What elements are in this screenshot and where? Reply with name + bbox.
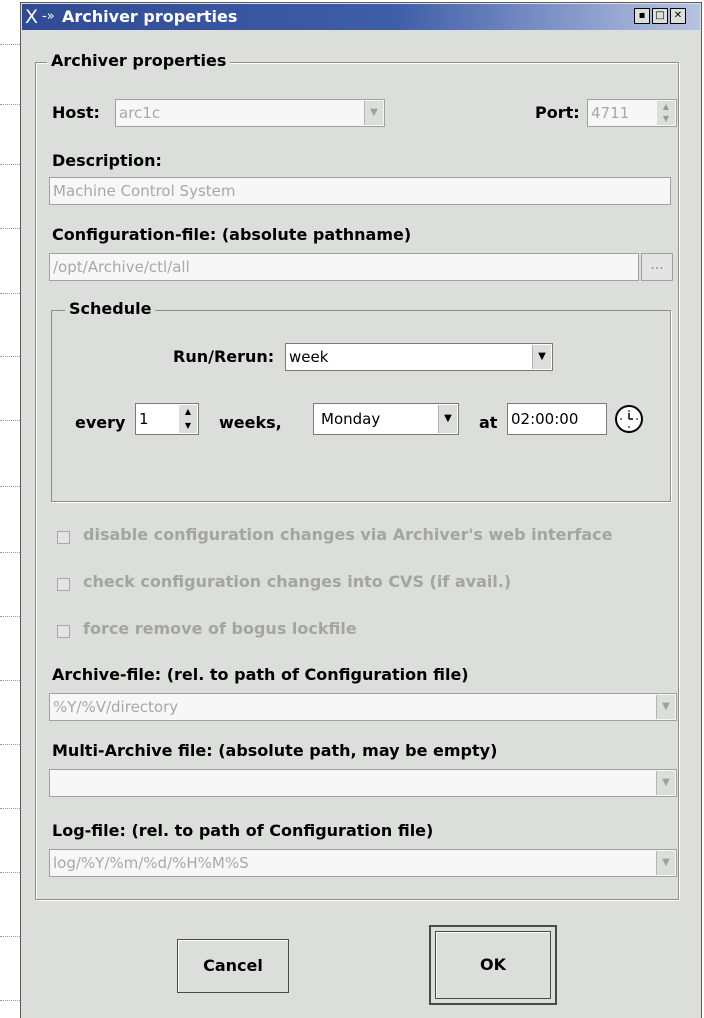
- every-label: every: [75, 413, 126, 432]
- force-remove-lockfile-label: force remove of bogus lockfile: [83, 619, 357, 638]
- background-line: [0, 356, 22, 357]
- check-cvs-label: check configuration changes into CVS (if…: [83, 572, 512, 591]
- log-file-value: log/%Y/%m/%d/%H%M%S: [53, 854, 249, 872]
- group-title: Archiver properties: [47, 51, 231, 71]
- day-select[interactable]: Monday ▼: [313, 403, 459, 435]
- browse-button[interactable]: ...: [641, 253, 673, 281]
- every-value: 1: [139, 410, 149, 428]
- archiver-properties-dialog: X -» Archiver properties ▪ □ ✕ Archiver …: [20, 2, 702, 1018]
- run-rerun-label: Run/Rerun:: [173, 347, 275, 366]
- spin-arrows-icon[interactable]: ▲ ▼: [179, 405, 197, 433]
- description-value: Machine Control System: [53, 182, 236, 200]
- ok-button[interactable]: OK: [435, 931, 551, 999]
- background-line: [0, 104, 22, 105]
- background-line: [0, 872, 22, 873]
- background-line: [0, 808, 22, 809]
- background-line: [0, 164, 22, 165]
- background-line: [0, 744, 22, 745]
- run-rerun-select[interactable]: week ▼: [285, 343, 553, 371]
- background-line: [0, 616, 22, 617]
- archive-file-combo[interactable]: %Y/%V/directory ▼: [49, 693, 677, 721]
- config-file-field[interactable]: /opt/Archive/ctl/all: [49, 253, 639, 281]
- chevron-down-icon[interactable]: ▼: [438, 405, 457, 433]
- background-line: [0, 936, 22, 937]
- cancel-button[interactable]: Cancel: [177, 939, 289, 993]
- background-line: [0, 680, 22, 681]
- check-cvs-checkbox[interactable]: [57, 578, 70, 591]
- multi-archive-combo[interactable]: ▼: [49, 769, 677, 797]
- chevron-down-icon[interactable]: ▼: [656, 851, 675, 875]
- archive-file-label: Archive-file: (rel. to path of Configura…: [52, 665, 469, 684]
- clock-icon[interactable]: [615, 405, 643, 433]
- config-file-value: /opt/Archive/ctl/all: [53, 258, 190, 276]
- at-label: at: [479, 413, 498, 432]
- weeks-label: weeks,: [219, 413, 282, 432]
- background-line: [0, 552, 22, 553]
- every-spinbox[interactable]: 1 ▲ ▼: [135, 403, 199, 435]
- description-label: Description:: [52, 151, 162, 170]
- port-spinbox[interactable]: 4711 ▲ ▼: [587, 99, 677, 127]
- close-icon[interactable]: ✕: [670, 8, 686, 24]
- host-select[interactable]: arc1c ▼: [115, 99, 385, 127]
- maximize-icon[interactable]: □: [652, 8, 668, 24]
- window-title: Archiver properties: [62, 7, 238, 26]
- multi-archive-label: Multi-Archive file: (absolute path, may …: [52, 741, 498, 760]
- spin-arrows-icon[interactable]: ▲ ▼: [657, 101, 675, 125]
- force-remove-lockfile-checkbox[interactable]: [57, 625, 70, 638]
- archive-file-value: %Y/%V/directory: [53, 698, 179, 716]
- host-label: Host:: [52, 103, 100, 122]
- chevron-down-icon[interactable]: ▼: [532, 345, 551, 369]
- time-field[interactable]: 02:00:00: [507, 403, 607, 435]
- port-value: 4711: [591, 104, 630, 122]
- background-line: [0, 228, 22, 229]
- port-label: Port:: [535, 103, 580, 122]
- window-menu-icon[interactable]: X: [25, 5, 38, 29]
- time-value: 02:00:00: [511, 410, 579, 428]
- schedule-title: Schedule: [65, 299, 156, 319]
- background-line: [0, 44, 22, 45]
- chevron-down-icon[interactable]: ▼: [656, 695, 675, 719]
- disable-web-config-label: disable configuration changes via Archiv…: [83, 525, 613, 544]
- description-field[interactable]: Machine Control System: [49, 177, 671, 205]
- minimize-icon[interactable]: ▪: [634, 8, 650, 24]
- chevron-down-icon[interactable]: ▼: [656, 771, 675, 795]
- log-file-combo[interactable]: log/%Y/%m/%d/%H%M%S ▼: [49, 849, 677, 877]
- log-file-label: Log-file: (rel. to path of Configuration…: [52, 821, 434, 840]
- chevron-down-icon[interactable]: ▼: [364, 101, 383, 125]
- disable-web-config-checkbox[interactable]: [57, 531, 70, 544]
- title-bar[interactable]: X -» Archiver properties ▪ □ ✕: [22, 4, 700, 30]
- host-value: arc1c: [119, 104, 161, 122]
- background-line: [0, 1000, 22, 1001]
- background-line: [0, 486, 22, 487]
- day-value: Monday: [321, 410, 381, 428]
- config-file-label: Configuration-file: (absolute pathname): [52, 225, 412, 244]
- background-line: [0, 293, 22, 294]
- background-line: [0, 420, 22, 421]
- run-rerun-value: week: [289, 348, 329, 366]
- pin-icon[interactable]: -»: [42, 5, 55, 29]
